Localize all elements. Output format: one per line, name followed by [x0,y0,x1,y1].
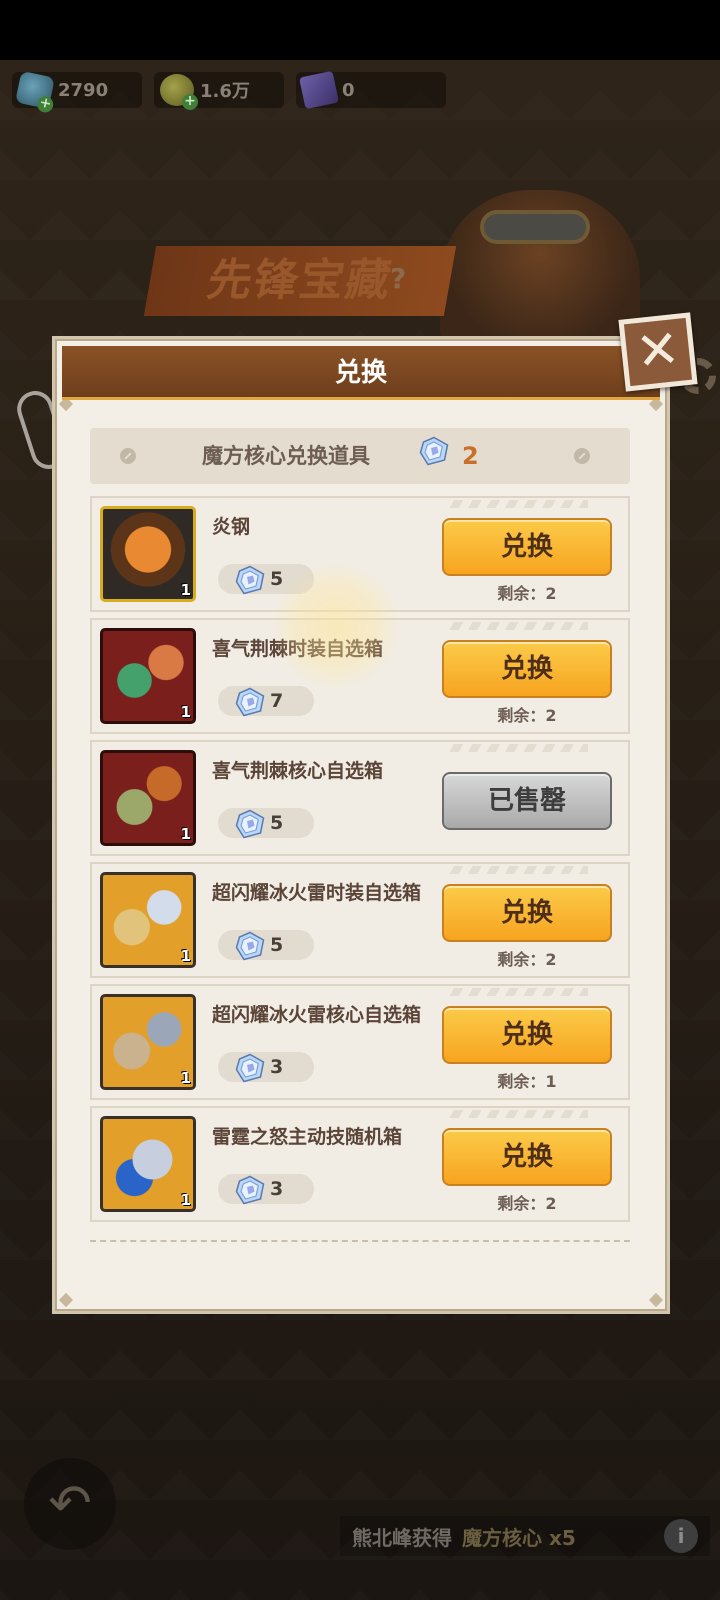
bullet-icon [574,448,590,464]
currency-bar: + 2790 + 1.6万 0 [12,70,452,114]
item-quantity: 1 [180,581,191,599]
item-name: 雷霆之怒主动技随机箱 [212,1126,403,1148]
dialog-title: 兑换 [62,346,660,400]
coin-icon: + [160,74,198,110]
stripe-decoration [448,866,588,874]
currency-gems[interactable]: + 2790 [12,70,142,114]
item-icon-core-box[interactable]: 1 [100,750,196,846]
exchange-button[interactable]: 兑换 [442,1128,612,1186]
exchange-item: 1 雷霆之怒主动技随机箱 3 兑换 剩余：2 [90,1106,630,1222]
news-player-name: 熊北峰获得 [352,1525,452,1550]
item-name: 超闪耀冰火雷核心自选箱 [212,1004,422,1026]
currency-coins-value: 1.6万 [200,81,250,102]
magic-cube-core-icon [235,1053,265,1083]
gem-icon: + [15,70,55,114]
stripe-decoration [448,500,588,508]
event-help-icon[interactable]: ? [390,262,406,295]
remaining-count: 剩余：1 [497,1072,557,1091]
stripe-decoration [448,744,588,752]
item-quantity: 1 [180,825,191,843]
item-cost: 3 [218,1174,314,1205]
info-icon[interactable]: i [664,1519,698,1553]
magic-cube-core-icon [235,565,265,595]
item-cost: 7 [218,686,314,717]
exchange-button[interactable]: 兑换 [442,640,612,698]
item-name: 超闪耀冰火雷时装自选箱 [212,882,422,904]
item-icon-outfit-box[interactable]: 1 [100,628,196,724]
divider [90,1240,630,1242]
core-label: 魔方核心兑换道具 [202,444,370,468]
magic-cube-core-icon [235,931,265,961]
item-name: 炎钢 [212,516,251,538]
sold-out-button: 已售罄 [442,772,612,830]
item-name: 喜气荆棘核心自选箱 [212,760,384,782]
corner-ornament [648,1292,664,1308]
stripe-decoration [448,988,588,996]
exchange-item: 1 炎钢 5 兑换 剩余：2 [90,496,630,612]
exchange-item-list: 1 炎钢 5 兑换 剩余：2 1 喜气荆棘时装自选箱 7 兑换 剩余：2 1 喜… [90,496,630,1228]
core-count: 2 [462,442,479,470]
item-cost-value: 3 [270,1178,284,1200]
event-title: 先锋宝藏 [143,246,457,316]
magic-cube-core-icon [235,1175,265,1205]
item-quantity: 1 [180,703,191,721]
currency-coins[interactable]: + 1.6万 [154,72,284,110]
item-cost-value: 5 [270,812,284,834]
remaining-count: 剩余：2 [497,1194,557,1213]
item-cost-value: 5 [270,568,284,590]
remaining-count: 剩余：2 [497,584,557,603]
news-reward: 魔方核心 x5 [462,1525,576,1550]
magic-cube-core-icon [419,436,449,466]
currency-gems-value: 2790 [58,79,109,101]
remaining-count: 剩余：2 [497,706,557,725]
remaining-count: 剩余：2 [497,950,557,969]
item-cost: 3 [218,1052,314,1083]
exchange-item: 1 喜气荆棘时装自选箱 7 兑换 剩余：2 [90,618,630,734]
item-icon-core-box[interactable]: 1 [100,994,196,1090]
item-cost: 5 [218,808,314,839]
item-icon-mecha[interactable]: 1 [100,506,196,602]
item-cost: 5 [218,564,314,595]
item-quantity: 1 [180,1069,191,1087]
stripe-decoration [448,622,588,630]
hero-goggles [480,210,590,244]
exchange-button[interactable]: 兑换 [442,1006,612,1064]
close-button[interactable]: ✕ [618,312,698,392]
item-cost: 5 [218,930,314,961]
back-button[interactable]: ↶ [24,1458,116,1550]
currency-cards[interactable]: 0 [296,70,446,110]
card-icon [299,70,339,110]
currency-cards-value: 0 [342,79,355,101]
plus-icon: + [182,94,198,110]
close-icon: ✕ [633,318,683,384]
core-currency-bar: 魔方核心兑换道具 2 [90,428,630,484]
status-bar [0,0,720,60]
exchange-item: 1 超闪耀冰火雷时装自选箱 5 兑换 剩余：2 [90,862,630,978]
item-icon-skill-box[interactable]: 1 [100,1116,196,1212]
exchange-item: 1 喜气荆棘核心自选箱 5 已售罄 [90,740,630,856]
item-cost-value: 5 [270,934,284,956]
bullet-icon [120,448,136,464]
item-quantity: 1 [180,947,191,965]
magic-cube-core-icon [235,809,265,839]
news-ticker: 熊北峰获得 魔方核心 x5 i [340,1516,710,1556]
stripe-decoration [448,1110,588,1118]
item-cost-value: 7 [270,690,284,712]
magic-cube-core-icon [235,687,265,717]
exchange-button[interactable]: 兑换 [442,518,612,576]
corner-ornament [58,1292,74,1308]
item-quantity: 1 [180,1191,191,1209]
back-arrow-icon: ↶ [48,1474,92,1534]
item-icon-outfit-box[interactable]: 1 [100,872,196,968]
exchange-button[interactable]: 兑换 [442,884,612,942]
item-name: 喜气荆棘时装自选箱 [212,638,384,660]
exchange-item: 1 超闪耀冰火雷核心自选箱 3 兑换 剩余：1 [90,984,630,1100]
item-cost-value: 3 [270,1056,284,1078]
plus-icon: + [35,94,55,114]
